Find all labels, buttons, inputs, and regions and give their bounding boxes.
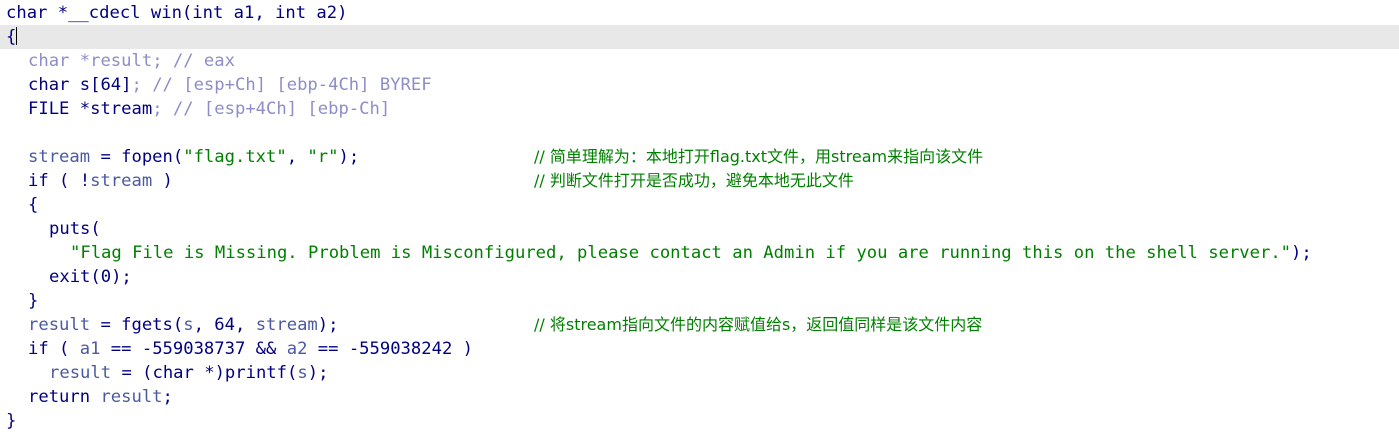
arg-a2[interactable]: a2 (287, 339, 308, 359)
block-close[interactable]: } (0, 289, 1399, 313)
brace: { (28, 195, 39, 215)
var-stream[interactable]: stream (256, 315, 318, 335)
code-line-printf[interactable]: result = (char *)printf(s); (0, 361, 1399, 385)
function-signature[interactable]: char *__cdecl win(int a1, int a2) (0, 1, 1399, 25)
code-line-puts[interactable]: puts( (0, 217, 1399, 241)
decl-type: char * (28, 51, 91, 71)
string-literal: "Flag File is Missing. Problem is Miscon… (70, 243, 1292, 263)
pseudocode-view[interactable]: char *__cdecl win(int a1, int a2) { char… (0, 0, 1399, 439)
current-line[interactable]: { (0, 25, 1399, 49)
close-brace-line[interactable]: } (0, 409, 1399, 433)
decl-stream[interactable]: FILE *stream; // [esp+4Ch] [ebp-Ch] (0, 97, 1399, 121)
paren-end: ) (152, 171, 173, 191)
semicolon: ; (162, 387, 173, 407)
var-s[interactable]: s (297, 363, 307, 383)
var-s[interactable]: s (183, 315, 193, 335)
return-keyword: return (28, 387, 101, 407)
paren-end: ); (307, 363, 329, 383)
fgets-args: , 64, (193, 315, 256, 335)
var-result[interactable]: result (49, 363, 111, 383)
block-open[interactable]: { (0, 193, 1399, 217)
user-comment: // 简单理解为：本地打开flag.txt文件，用stream来指向该文件 (534, 147, 984, 166)
code-line-return[interactable]: return result; (0, 385, 1399, 409)
user-comment: // 将stream指向文件的内容赋值给s，返回值同样是该文件内容 (534, 315, 983, 334)
decl-comment: ; // [esp+Ch] [ebp-4Ch] BYREF (131, 75, 432, 95)
arg-a1[interactable]: a1 (80, 339, 101, 359)
fgets-call[interactable]: = fgets( (90, 315, 183, 335)
exit-call[interactable]: exit(0); (49, 267, 132, 287)
decl-type: char (28, 75, 80, 95)
code-line-exit[interactable]: exit(0); (0, 265, 1399, 289)
code-line-if1[interactable]: if ( !stream ) // 判断文件打开是否成功，避免本地无此文件 (0, 169, 1399, 193)
puts-call[interactable]: puts( (49, 219, 101, 239)
if-keyword: if ( (28, 339, 80, 359)
decl-result[interactable]: char *result; // eax (0, 49, 1399, 73)
var-stream[interactable]: stream (28, 147, 90, 167)
decl-name: stream (90, 99, 153, 119)
paren-end: ); (317, 315, 339, 335)
open-brace: { (6, 27, 17, 47)
code-line-if2[interactable]: if ( a1 == -559038737 && a2 == -55903824… (0, 337, 1399, 361)
paren-end: ); (338, 147, 360, 167)
if-keyword: if ( ! (28, 171, 91, 191)
decl-s[interactable]: char s[64]; // [esp+Ch] [ebp-4Ch] BYREF (0, 73, 1399, 97)
string-literal: "flag.txt" (183, 147, 287, 167)
close-brace: } (6, 411, 17, 431)
brace: } (28, 291, 39, 311)
decl-name: s[64] (79, 75, 132, 95)
paren-end: ); (1291, 243, 1312, 263)
code-line-puts-arg[interactable]: "Flag File is Missing. Problem is Miscon… (0, 241, 1399, 265)
decl-comment: ; // eax (152, 51, 235, 71)
string-literal: "r" (307, 147, 339, 167)
signature-text: char *__cdecl win(int a1, int a2) (6, 3, 348, 23)
compare-expr: == -559038737 && (100, 339, 287, 359)
decl-comment: ; // [esp+4Ch] [ebp-Ch] (152, 99, 391, 119)
code-line-fopen[interactable]: stream = fopen("flag.txt", "r"); // 简单理解为… (0, 145, 1399, 169)
code-line-fgets[interactable]: result = fgets(s, 64, stream); // 将stream… (0, 313, 1399, 337)
text-cursor (16, 27, 18, 45)
decl-name: result (90, 51, 153, 71)
var-stream[interactable]: stream (90, 171, 152, 191)
var-result[interactable]: result (100, 387, 162, 407)
decl-type: FILE * (28, 99, 91, 119)
separator: , (286, 147, 308, 167)
printf-call[interactable]: = (char *)printf( (111, 363, 297, 383)
compare-expr: == -559038242 ) (307, 339, 473, 359)
fopen-call[interactable]: = fopen( (90, 147, 183, 167)
var-result[interactable]: result (28, 315, 90, 335)
user-comment: // 判断文件打开是否成功，避免本地无此文件 (534, 171, 854, 190)
